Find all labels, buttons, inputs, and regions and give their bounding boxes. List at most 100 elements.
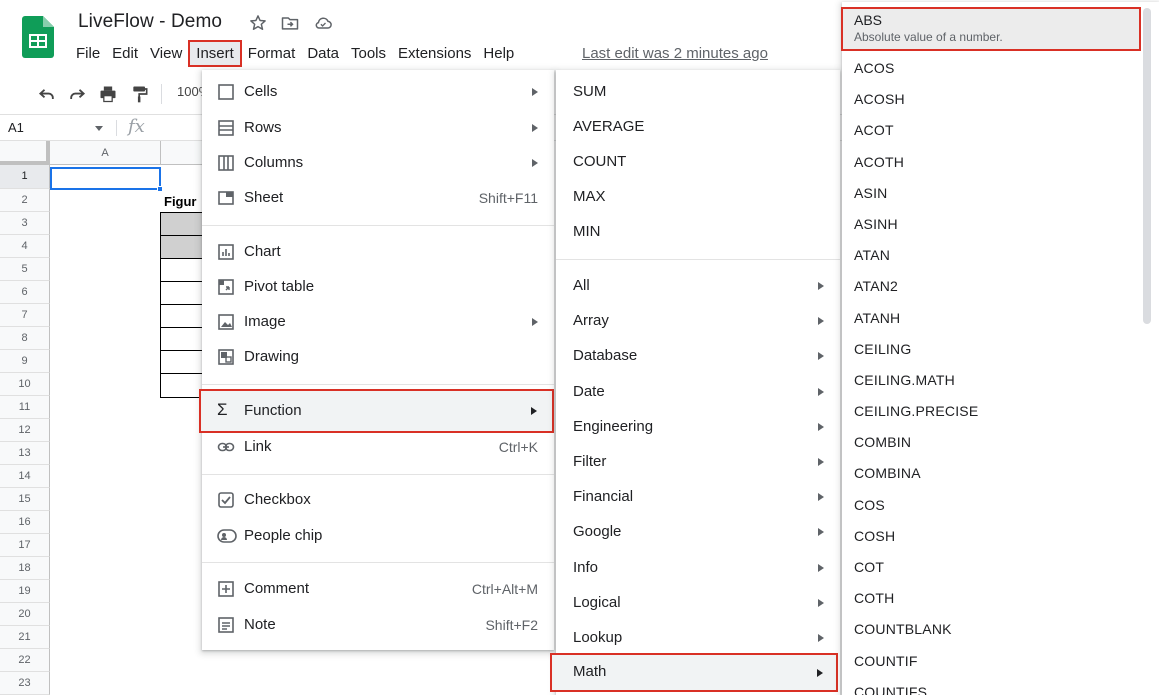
row-header[interactable]: 10 — [0, 373, 50, 396]
category-all-item[interactable]: All — [556, 270, 840, 302]
cloud-saved-icon[interactable] — [312, 13, 334, 33]
redo-icon[interactable] — [67, 84, 87, 104]
category-array-item[interactable]: Array — [556, 305, 840, 337]
star-icon[interactable] — [247, 13, 269, 33]
math-function-item[interactable]: CEILING.PRECISE — [842, 397, 1159, 428]
math-function-item[interactable]: CEILING — [842, 335, 1159, 366]
insert-columns-item[interactable]: Columns — [202, 147, 554, 179]
category-google-item[interactable]: Google — [556, 516, 840, 548]
menu-tools[interactable]: Tools — [345, 40, 392, 67]
category-financial-item[interactable]: Financial — [556, 481, 840, 513]
category-info-item[interactable]: Info — [556, 552, 840, 584]
row-header[interactable]: 17 — [0, 534, 50, 557]
math-function-item[interactable]: CEILING.MATH — [842, 366, 1159, 397]
insert-chart-item[interactable]: Chart — [202, 236, 554, 268]
undo-icon[interactable] — [37, 84, 57, 104]
menu-help[interactable]: Help — [477, 40, 520, 67]
category-database-item[interactable]: Database — [556, 340, 840, 372]
math-function-item[interactable]: ASINH — [842, 210, 1159, 241]
row-header[interactable]: 21 — [0, 626, 50, 649]
insert-pivot-table-item[interactable]: Pivot table — [202, 271, 554, 303]
document-title[interactable]: LiveFlow - Demo — [78, 11, 222, 33]
row-header[interactable]: 11 — [0, 396, 50, 419]
row-header[interactable]: 5 — [0, 258, 50, 281]
math-menu-scrollbar[interactable] — [1143, 8, 1151, 324]
math-function-item[interactable]: ATAN2 — [842, 272, 1159, 303]
math-function-item[interactable]: ASIN — [842, 179, 1159, 210]
menu-data[interactable]: Data — [301, 40, 345, 67]
move-to-folder-icon[interactable] — [279, 13, 301, 33]
row-header[interactable]: 14 — [0, 465, 50, 488]
insert-checkbox-item[interactable]: Checkbox — [202, 484, 554, 516]
selected-cell-a1[interactable] — [50, 167, 161, 190]
math-function-item[interactable]: COUNTIFS — [842, 678, 1159, 695]
function-count-item[interactable]: COUNT — [556, 146, 840, 178]
menu-format[interactable]: Format — [242, 40, 302, 67]
menu-view[interactable]: View — [144, 40, 188, 67]
math-function-item[interactable]: ATAN — [842, 241, 1159, 272]
row-header[interactable]: 13 — [0, 442, 50, 465]
row-header[interactable]: 4 — [0, 235, 50, 258]
last-edit-link[interactable]: Last edit was 2 minutes ago — [582, 45, 768, 62]
category-date-item[interactable]: Date — [556, 376, 840, 408]
row-header[interactable]: 23 — [0, 672, 50, 695]
insert-people-chip-item[interactable]: People chip — [202, 520, 554, 552]
math-function-item[interactable]: COT — [842, 553, 1159, 584]
category-lookup-item[interactable]: Lookup — [556, 622, 840, 654]
math-function-item[interactable]: ACOS — [842, 54, 1159, 85]
insert-cells-item[interactable]: Cells — [202, 76, 554, 108]
insert-image-item[interactable]: Image — [202, 306, 554, 338]
insert-link-item[interactable]: Link Ctrl+K — [202, 431, 554, 463]
menu-file[interactable]: File — [70, 40, 106, 67]
math-function-item[interactable]: COMBIN — [842, 428, 1159, 459]
row-header[interactable]: 2 — [0, 189, 50, 212]
category-filter-item[interactable]: Filter — [556, 446, 840, 478]
row-header[interactable]: 20 — [0, 603, 50, 626]
row-header[interactable]: 3 — [0, 212, 50, 235]
math-function-item[interactable]: ACOTH — [842, 148, 1159, 179]
insert-note-item[interactable]: Note Shift+F2 — [202, 609, 554, 641]
menu-insert[interactable]: Insert — [188, 39, 242, 67]
row-header[interactable]: 7 — [0, 304, 50, 327]
insert-sheet-item[interactable]: Sheet Shift+F11 — [202, 182, 554, 214]
row-header[interactable]: 8 — [0, 327, 50, 350]
math-function-item[interactable]: COSH — [842, 522, 1159, 553]
function-min-item[interactable]: MIN — [556, 216, 840, 248]
name-box[interactable]: A1 — [8, 120, 24, 135]
function-average-item[interactable]: AVERAGE — [556, 111, 840, 143]
row-header[interactable]: 6 — [0, 281, 50, 304]
math-function-item[interactable]: COUNTBLANK — [842, 615, 1159, 646]
name-box-dropdown-icon[interactable] — [95, 126, 103, 131]
math-function-abs-item[interactable]: ABS Absolute value of a number. — [841, 7, 1141, 51]
category-logical-item[interactable]: Logical — [556, 587, 840, 619]
row-header[interactable]: 18 — [0, 557, 50, 580]
math-function-item[interactable]: ACOT — [842, 116, 1159, 147]
insert-rows-item[interactable]: Rows — [202, 112, 554, 144]
category-math-item[interactable]: Math — [550, 653, 838, 692]
function-sum-item[interactable]: SUM — [556, 76, 840, 108]
select-all-corner[interactable] — [0, 141, 50, 165]
menu-edit[interactable]: Edit — [106, 40, 144, 67]
math-function-item[interactable]: ACOSH — [842, 85, 1159, 116]
math-function-item[interactable]: COMBINA — [842, 459, 1159, 490]
insert-drawing-item[interactable]: Drawing — [202, 341, 554, 373]
row-header[interactable]: 19 — [0, 580, 50, 603]
menu-extensions[interactable]: Extensions — [392, 40, 477, 67]
math-function-item[interactable]: COS — [842, 491, 1159, 522]
category-engineering-item[interactable]: Engineering — [556, 411, 840, 443]
fill-handle[interactable] — [157, 186, 163, 192]
column-header-b[interactable] — [161, 141, 206, 165]
print-icon[interactable] — [98, 84, 118, 104]
insert-function-item[interactable]: Σ Function — [199, 389, 554, 433]
row-header[interactable]: 9 — [0, 350, 50, 373]
paint-format-icon[interactable] — [130, 84, 150, 104]
column-header-a[interactable]: A — [50, 141, 161, 165]
math-function-item[interactable]: ATANH — [842, 304, 1159, 335]
row-header[interactable]: 22 — [0, 649, 50, 672]
math-function-item[interactable]: COTH — [842, 584, 1159, 615]
insert-comment-item[interactable]: Comment Ctrl+Alt+M — [202, 573, 554, 605]
row-header[interactable]: 1 — [0, 165, 50, 189]
sheets-logo-icon[interactable] — [22, 16, 54, 58]
row-header[interactable]: 15 — [0, 488, 50, 511]
row-header[interactable]: 12 — [0, 419, 50, 442]
